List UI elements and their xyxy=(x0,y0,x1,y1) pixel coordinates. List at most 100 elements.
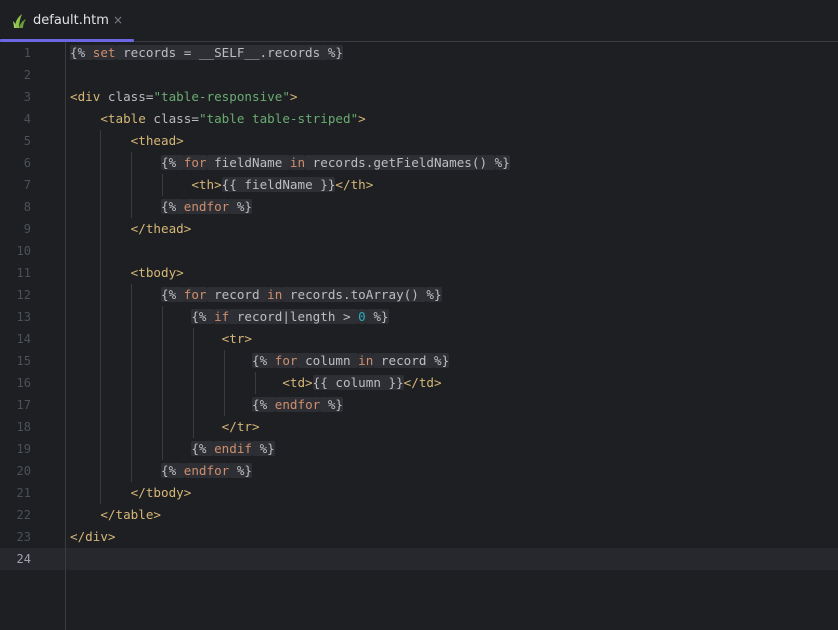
line-number: 21 xyxy=(16,486,31,500)
code-line[interactable]: {% endif %} xyxy=(70,438,275,460)
code-token: if xyxy=(214,309,230,324)
code-token: %} xyxy=(365,309,389,324)
line-number: 8 xyxy=(23,200,31,214)
code-token: endfor xyxy=(183,463,230,478)
line-number: 4 xyxy=(23,112,31,126)
code-token: {{ fieldName }} xyxy=(221,177,336,192)
code-token: class xyxy=(107,89,146,104)
close-icon[interactable]: × xyxy=(113,12,123,28)
code-token: {% xyxy=(191,441,215,456)
code-token: %} xyxy=(434,353,450,368)
code-token: > xyxy=(358,111,366,126)
code-token: <th> xyxy=(191,177,222,192)
code-line[interactable]: <tr> xyxy=(70,328,252,350)
code-token: </tbody> xyxy=(130,485,192,500)
code-line[interactable]: </table> xyxy=(70,504,161,526)
line-number: 24 xyxy=(16,552,31,566)
code-line[interactable]: <div class="table-responsive"> xyxy=(70,86,298,108)
line-number: 18 xyxy=(16,420,31,434)
code-line[interactable]: {% for record in records.toArray() %} xyxy=(70,284,442,306)
code-token: {% xyxy=(161,155,184,170)
line-number: 5 xyxy=(23,134,31,148)
code-token: in xyxy=(358,353,374,368)
code-line[interactable]: <th>{{ fieldName }}</th> xyxy=(70,174,373,196)
line-number: 13 xyxy=(16,310,31,324)
code-line[interactable]: </div> xyxy=(70,526,116,548)
code-token: records.toArray() xyxy=(282,287,427,302)
line-number: 15 xyxy=(16,354,31,368)
line-number: 11 xyxy=(16,266,31,280)
code-line[interactable]: {% for column in record %} xyxy=(70,350,450,372)
code-token: </table> xyxy=(100,507,162,522)
code-token: </div> xyxy=(70,529,116,544)
code-token: </td> xyxy=(403,375,442,390)
code-token: </thead> xyxy=(130,221,192,236)
code-token: %} xyxy=(229,199,252,214)
code-line[interactable]: </tr> xyxy=(70,416,260,438)
twig-leaf-icon xyxy=(13,14,26,28)
code-token: endfor xyxy=(274,397,321,412)
code-token: column xyxy=(297,353,359,368)
tab-default-htm[interactable]: default.htm × xyxy=(0,0,134,42)
code-token: for xyxy=(183,155,207,170)
code-line[interactable]: <td>{{ column }}</td> xyxy=(70,372,442,394)
code-token: {{ column }} xyxy=(312,375,404,390)
code-token: fieldName xyxy=(206,155,290,170)
code-line[interactable]: {% set records = __SELF__.records %} xyxy=(70,42,343,64)
code-token: %} xyxy=(426,287,442,302)
code-token: records.getFieldNames() xyxy=(305,155,495,170)
code-token: in xyxy=(289,155,306,170)
code-token: </th> xyxy=(335,177,374,192)
code-line[interactable]: </thead> xyxy=(70,218,192,240)
code-line[interactable]: {% endfor %} xyxy=(70,460,252,482)
tab-label: default.htm xyxy=(33,13,109,28)
code-token: record xyxy=(206,287,268,302)
code-token: for xyxy=(274,353,298,368)
code-token: endif xyxy=(214,441,252,456)
code-line[interactable]: </tbody> xyxy=(70,482,192,504)
line-number: 16 xyxy=(16,376,31,390)
code-line[interactable]: <thead> xyxy=(70,130,184,152)
code-line[interactable]: {% for fieldName in records.getFieldName… xyxy=(70,152,510,174)
code-line[interactable]: {% endfor %} xyxy=(70,394,343,416)
code-editor[interactable]: 1 2 3 4 5 6 7 8 9 10 11 12 13 14 15 16 17 18 19 20 21 22 23 24 … xyxy=(0,42,838,630)
code-token: <thead> xyxy=(130,133,184,148)
line-number: 3 xyxy=(23,90,31,104)
line-number: 19 xyxy=(16,442,31,456)
line-number: 10 xyxy=(16,244,31,258)
code-token: {% xyxy=(70,45,93,60)
code-token: <tbody> xyxy=(130,265,184,280)
code-line[interactable]: <tbody> xyxy=(70,262,184,284)
line-number: 9 xyxy=(23,222,31,236)
code-token: records = __SELF__.records xyxy=(115,45,328,60)
code-line[interactable]: {% endfor %} xyxy=(70,196,252,218)
line-number: 6 xyxy=(23,156,31,170)
line-number: 7 xyxy=(23,178,31,192)
line-number: 14 xyxy=(16,332,31,346)
code-token: %} xyxy=(229,463,252,478)
code-token: {% xyxy=(251,397,275,412)
code-line[interactable]: {% if record|length > 0 %} xyxy=(70,306,389,328)
code-line[interactable]: <table class="table table-striped"> xyxy=(70,108,366,130)
editor-window: default.htm × 1 2 3 4 5 6 7 8 9 10 11 12 13 14 15 16 17 1… xyxy=(0,0,838,630)
code-token: in xyxy=(267,287,283,302)
tab-bar: default.htm × xyxy=(0,0,838,42)
code-token: "table-responsive" xyxy=(153,89,290,104)
code-token: %} xyxy=(327,45,343,60)
code-token: for xyxy=(183,287,207,302)
